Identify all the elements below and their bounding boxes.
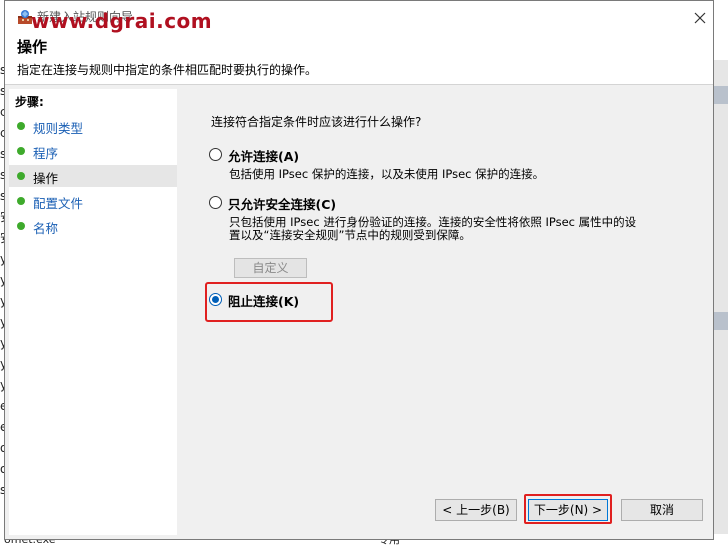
secure-connection-description-line1: 只包括使用 IPsec 进行身份验证的连接。连接的安全性将依照 IPsec 属性… [229,215,637,229]
step-status-dot [17,222,25,230]
title-bar: 新建入站规则向导 www.dgrai.com [5,1,713,33]
secure-connection-label[interactable]: 只允许安全连接(C) [228,194,336,213]
close-icon[interactable] [693,11,707,25]
wizard-header: 操作 指定在连接与规则中指定的条件相匹配时要执行的操作。 [5,33,713,85]
step-label: 操作 [33,171,59,186]
action-question: 连接符合指定条件时应该进行什么操作? [211,115,422,129]
background-scroll-area [712,60,728,546]
step-status-dot [17,147,25,155]
next-button[interactable]: 下一步(N) > [528,499,608,521]
cancel-button[interactable]: 取消 [621,499,703,521]
action-panel: 连接符合指定条件时应该进行什么操作? 允许连接(A) 包括使用 IPsec 保护… [177,89,713,539]
step-status-dot [17,172,25,180]
step-name[interactable]: 名称 [9,215,177,237]
step-profile[interactable]: 配置文件 [9,190,177,212]
back-button[interactable]: < 上一步(B) [435,499,517,521]
steps-title: 步骤: [15,95,44,109]
step-rule-type[interactable]: 规则类型 [9,115,177,137]
block-connection-label[interactable]: 阻止连接(K) [228,291,299,310]
allow-connection-description: 包括使用 IPsec 保护的连接，以及未使用 IPsec 保护的连接。 [229,167,545,181]
customize-button[interactable]: 自定义 [234,258,307,278]
watermark-text: www.dgrai.com [31,9,213,33]
new-inbound-rule-wizard-dialog: 新建入站规则向导 www.dgrai.com 操作 指定在连接与规则中指定的条件… [4,0,714,540]
allow-connection-radio[interactable] [209,148,222,161]
step-status-dot [17,122,25,130]
steps-panel: 步骤: 规则类型 程序 操作 配置文件 名称 [9,89,177,535]
step-label: 配置文件 [33,196,84,211]
page-title: 操作 [17,38,48,56]
background-row-highlight [712,312,728,330]
block-connection-radio[interactable] [209,293,222,306]
step-label: 名称 [33,221,59,236]
secure-connection-radio[interactable] [209,196,222,209]
step-label: 程序 [33,146,59,161]
background-row-highlight [712,86,728,104]
step-action[interactable]: 操作 [9,165,177,187]
step-program[interactable]: 程序 [9,140,177,162]
step-status-dot [17,197,25,205]
allow-connection-label[interactable]: 允许连接(A) [228,146,299,165]
secure-connection-description-line2: 置以及“连接安全规则”节点中的规则受到保障。 [229,228,471,242]
page-subtitle: 指定在连接与规则中指定的条件相匹配时要执行的操作。 [17,63,318,77]
step-label: 规则类型 [33,121,84,136]
